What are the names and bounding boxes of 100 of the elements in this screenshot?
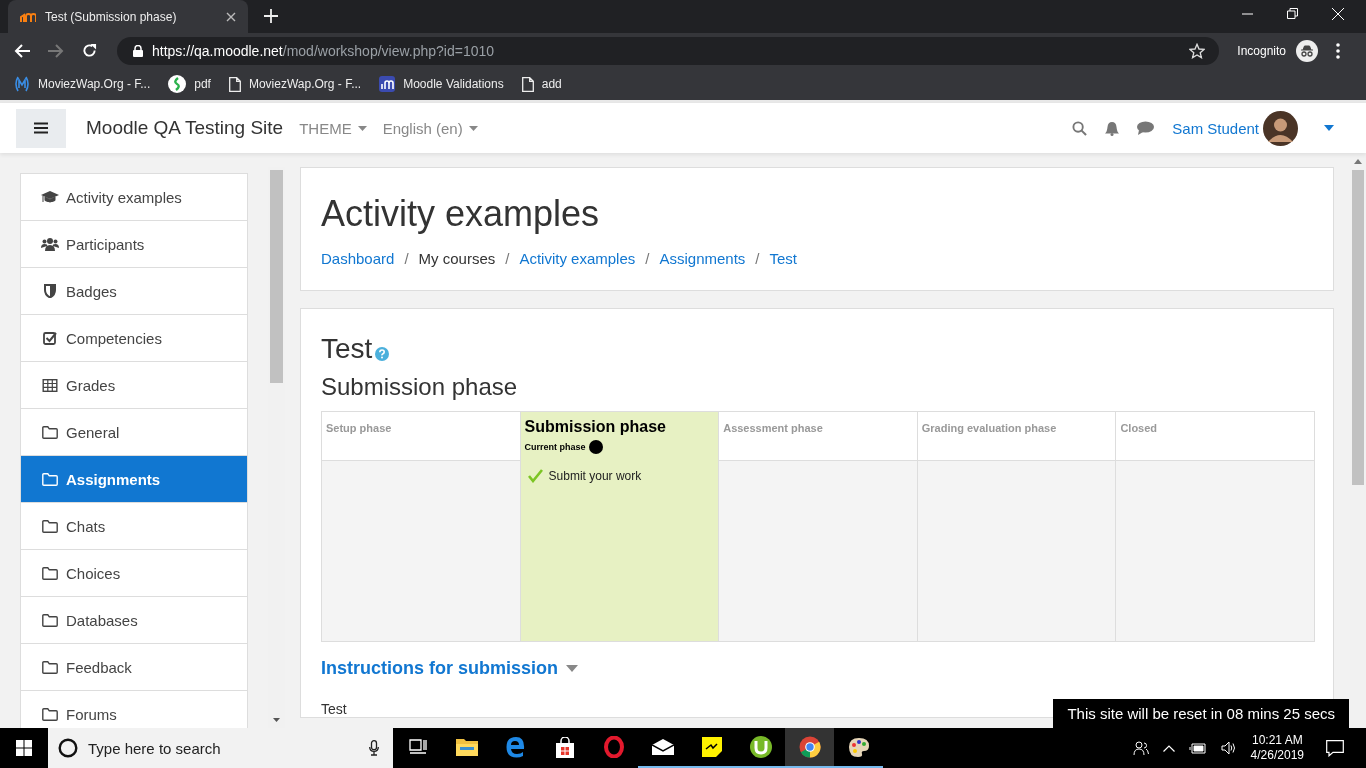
- cortana-circle-icon: [58, 738, 78, 758]
- sidebar-item[interactable]: Activity examples: [21, 174, 247, 221]
- users-icon: [41, 237, 59, 251]
- dropdown-menu[interactable]: THEME: [299, 119, 367, 137]
- page-icon: [228, 76, 241, 92]
- task-view-icon: [408, 739, 427, 755]
- caret-icon: [357, 125, 367, 131]
- people-icon[interactable]: [1132, 740, 1149, 756]
- chat-icon[interactable]: [1137, 121, 1155, 135]
- bookmark-logo-icon: [168, 75, 187, 93]
- search-icon[interactable]: [1072, 120, 1088, 136]
- clock-date[interactable]: 4/26/2019: [1250, 748, 1304, 763]
- forward-arrow-icon[interactable]: [48, 43, 64, 58]
- folder-icon: [41, 425, 59, 439]
- opera-browser-icon: [603, 736, 624, 758]
- star-icon[interactable]: [1189, 42, 1206, 59]
- phase-title: Setup phase: [326, 422, 392, 434]
- current-dot-icon: [588, 440, 603, 454]
- menu-icon[interactable]: [1336, 42, 1340, 59]
- caret-icon: [468, 125, 478, 131]
- chevron-up-icon[interactable]: [1162, 744, 1175, 752]
- breadcrumb-link[interactable]: Test: [769, 250, 798, 267]
- sidebar-item[interactable]: Competencies: [21, 315, 247, 362]
- folder-icon: [41, 472, 59, 486]
- menu-button[interactable]: [16, 108, 66, 148]
- battery-icon[interactable]: [1188, 742, 1207, 754]
- envelope-icon: [651, 739, 674, 755]
- menu-icon: [34, 122, 48, 134]
- search-field[interactable]: Type here to search: [48, 728, 393, 768]
- breadcrumb-separator: /: [755, 250, 760, 267]
- shield-icon: [41, 284, 59, 298]
- checkbox-icon: [41, 331, 59, 345]
- clock-time[interactable]: 10:21 AM: [1251, 733, 1303, 748]
- notification-icon[interactable]: [1326, 739, 1344, 757]
- course-title: Activity examples: [321, 192, 601, 236]
- speaker-icon[interactable]: [1220, 741, 1237, 755]
- shopping-bag-icon: [554, 736, 575, 758]
- phase-title: Grading evaluation phase: [921, 422, 1057, 434]
- sidebar-item[interactable]: Badges: [21, 268, 247, 315]
- sidebar-item[interactable]: Chats: [21, 503, 247, 550]
- avatar-icon[interactable]: [1263, 110, 1298, 146]
- sidebar-item[interactable]: Choices: [21, 550, 247, 597]
- bookmark-logo-icon: [379, 76, 396, 92]
- current-phase-label: Current phase: [524, 442, 586, 452]
- caret-icon[interactable]: [566, 665, 579, 672]
- bookmark-logo-icon: [14, 76, 30, 92]
- phase-title: Submission phase: [524, 418, 666, 435]
- user-name[interactable]: Sam Student: [1172, 119, 1259, 137]
- sidebar-item[interactable]: Databases: [21, 597, 247, 644]
- incognito-icon[interactable]: [1296, 39, 1318, 62]
- bookmark[interactable]: MoviezWap.Org - F...: [14, 76, 151, 92]
- sidebar-item[interactable]: Feedback: [21, 644, 247, 691]
- phase-title: Assessment phase: [723, 422, 823, 434]
- folder-icon: [41, 707, 59, 721]
- scroll-down-arrow-icon[interactable]: [273, 718, 280, 722]
- close-icon[interactable]: [226, 11, 236, 22]
- dropdown-menu[interactable]: English (en): [382, 119, 478, 137]
- restore-icon[interactable]: [1287, 8, 1298, 19]
- instructions-text: Test: [321, 701, 347, 717]
- graduation-cap-icon: [41, 190, 59, 204]
- caret-icon[interactable]: [1324, 125, 1334, 131]
- sticky-note-icon: [701, 737, 722, 757]
- scroll-up-arrow-icon[interactable]: [1354, 159, 1362, 164]
- activity-title: Test: [321, 333, 373, 365]
- address-bar[interactable]: https://qa.moodle.net/mod/workshop/view.php?id=1010: [117, 36, 1220, 65]
- microphone-icon[interactable]: [369, 740, 379, 756]
- site-name[interactable]: Moodle QA Testing Site: [86, 117, 284, 139]
- breadcrumb-separator: /: [645, 250, 650, 267]
- incognito-label: Incognito: [1237, 43, 1286, 58]
- edge-browser-icon: [504, 736, 527, 758]
- chrome-browser-icon: [798, 736, 821, 758]
- sidebar-item[interactable]: Grades: [21, 362, 247, 409]
- palette-icon: [846, 736, 871, 758]
- browser-tab[interactable]: Test (Submission phase): [8, 0, 248, 33]
- breadcrumb-link[interactable]: Assignments: [659, 250, 746, 267]
- moodle-logo-icon: [20, 10, 36, 23]
- breadcrumb-link[interactable]: Dashboard: [321, 250, 395, 267]
- bookmark[interactable]: MoviezWap.Org - F...: [228, 76, 362, 92]
- bell-icon[interactable]: [1105, 120, 1120, 136]
- reset-notice: This site will be reset in 08 mins 25 secs: [1053, 699, 1349, 728]
- folder-icon: [41, 660, 59, 674]
- breadcrumb-link[interactable]: Activity examples: [519, 250, 636, 267]
- new-tab-icon[interactable]: [264, 9, 278, 23]
- phase-heading: Submission phase: [321, 373, 519, 401]
- bookmark[interactable]: Moodle Validations: [379, 76, 504, 92]
- sidebar-item[interactable]: Participants: [21, 221, 247, 268]
- bookmark[interactable]: add: [521, 76, 562, 92]
- page-icon: [521, 76, 534, 92]
- windows-logo-icon[interactable]: [16, 740, 32, 756]
- phase-title: Closed: [1120, 422, 1158, 434]
- back-arrow-icon[interactable]: [14, 43, 30, 58]
- breadcrumb-separator: /: [505, 250, 510, 267]
- folder-icon: [41, 519, 59, 533]
- task-label: Submit your work: [548, 469, 642, 483]
- taskbar-app[interactable]: [785, 728, 834, 768]
- reload-icon[interactable]: [82, 43, 97, 58]
- search-input[interactable]: Type here to search: [86, 738, 361, 758]
- instructions-heading[interactable]: Instructions for submission: [321, 658, 559, 679]
- bookmark[interactable]: pdf: [168, 75, 211, 93]
- sidebar-item[interactable]: Assignments: [21, 456, 247, 503]
